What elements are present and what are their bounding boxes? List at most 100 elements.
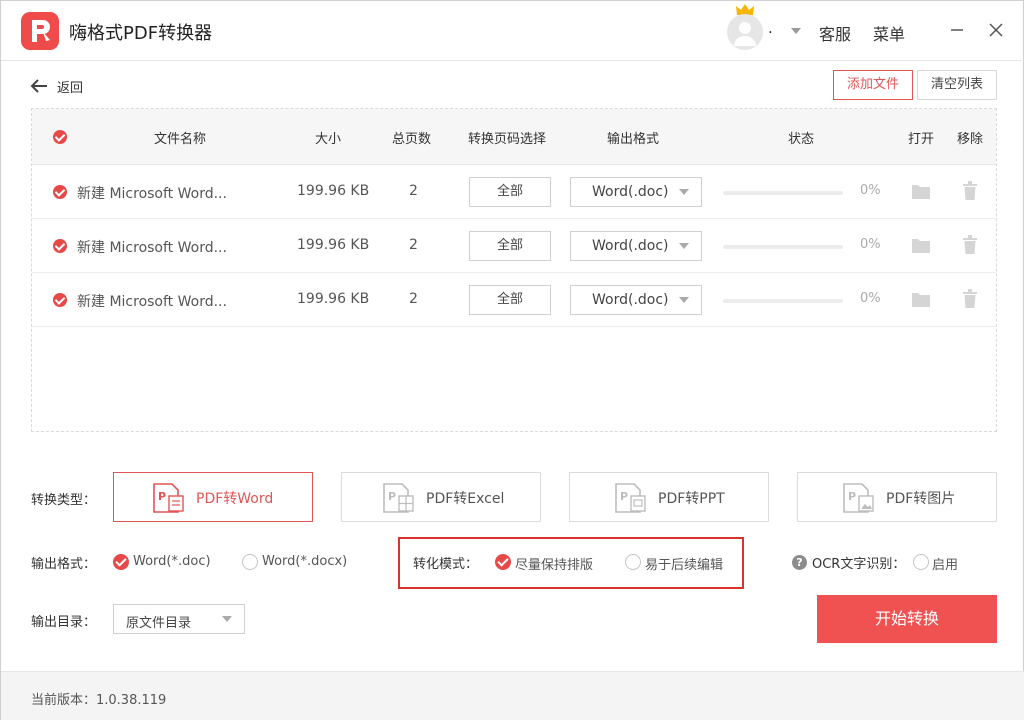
svg-text:P: P <box>388 490 396 503</box>
pdf-excel-icon: P <box>383 483 414 513</box>
close-icon[interactable] <box>983 17 1009 43</box>
folder-icon[interactable] <box>911 290 931 308</box>
progress-bar <box>723 299 843 303</box>
type-label: PDF转Excel <box>426 491 505 507</box>
convert-mode-label: 转化模式： <box>413 557 479 572</box>
app-window: 嗨格式PDF转换器 . 客服 菜单 返回 添加文件 清空列表 文件名称 大小 总… <box>0 0 1024 720</box>
output-format-label: 输出格式： <box>31 557 97 572</box>
table-row: 新建 Microsoft Word... 199.96 KB 2 全部 Word… <box>32 273 996 327</box>
header-open: 打开 <box>908 132 935 147</box>
file-size: 199.96 KB <box>297 291 370 307</box>
version-label: 当前版本：1.0.38.119 <box>31 693 167 708</box>
arrow-left-icon <box>30 79 47 93</box>
format-doc-label[interactable]: Word(*.doc) <box>133 554 211 569</box>
format-docx-radio[interactable] <box>242 554 258 570</box>
file-size: 199.96 KB <box>297 183 370 199</box>
svg-text:P: P <box>620 490 628 503</box>
header-page-range: 转换页码选择 <box>468 132 547 147</box>
chevron-down-icon <box>222 616 232 622</box>
format-doc-radio[interactable] <box>113 554 129 570</box>
output-dir-value: 原文件目录 <box>126 616 192 631</box>
help-icon[interactable]: ? <box>792 555 807 570</box>
file-name: 新建 Microsoft Word... <box>77 294 227 310</box>
pdf-image-icon: P <box>843 483 874 513</box>
table-header: 文件名称 大小 总页数 转换页码选择 输出格式 状态 打开 移除 <box>32 109 996 165</box>
ocr-enable-label[interactable]: 启用 <box>932 554 958 573</box>
header-remove: 移除 <box>957 132 984 147</box>
table-row: 新建 Microsoft Word... 199.96 KB 2 全部 Word… <box>32 219 996 273</box>
mode-easy-edit-label[interactable]: 易于后续编辑 <box>645 554 723 573</box>
menu-link[interactable]: 菜单 <box>873 21 905 45</box>
chevron-down-icon <box>679 297 689 303</box>
type-pdf-to-ppt-button[interactable]: P PDF转PPT <box>569 472 769 522</box>
output-format-select[interactable]: Word(.doc) <box>570 231 702 261</box>
app-title: 嗨格式PDF转换器 <box>69 23 213 44</box>
progress-percent: 0% <box>860 237 881 252</box>
pdf-word-icon: P <box>153 483 184 513</box>
row-checkbox[interactable] <box>53 293 67 307</box>
type-label: PDF转PPT <box>658 491 725 507</box>
chevron-down-icon <box>679 243 689 249</box>
type-pdf-to-word-button[interactable]: P PDF转Word <box>113 472 313 522</box>
progress-bar <box>723 191 843 195</box>
svg-text:P: P <box>158 490 166 503</box>
start-convert-button[interactable]: 开始转换 <box>817 595 997 643</box>
trash-icon[interactable] <box>962 289 978 309</box>
minimize-icon[interactable] <box>944 17 970 43</box>
page-range-button[interactable]: 全部 <box>469 285 551 315</box>
output-format-value: Word(.doc) <box>592 184 669 200</box>
output-format-select[interactable]: Word(.doc) <box>570 177 702 207</box>
page-count: 2 <box>409 291 418 307</box>
back-label: 返回 <box>57 80 84 96</box>
clear-list-button[interactable]: 清空列表 <box>917 70 997 100</box>
folder-icon[interactable] <box>911 182 931 200</box>
username: . <box>768 19 773 37</box>
ocr-label: OCR文字识别： <box>812 557 906 572</box>
type-label: PDF转Word <box>196 491 274 507</box>
folder-icon[interactable] <box>911 236 931 254</box>
back-button[interactable]: 返回 <box>29 73 83 99</box>
page-count: 2 <box>409 237 418 253</box>
header-output-format: 输出格式 <box>607 132 660 147</box>
header-status: 状态 <box>788 132 815 147</box>
svg-text:P: P <box>848 490 856 503</box>
file-table: 文件名称 大小 总页数 转换页码选择 输出格式 状态 打开 移除 新建 Micr… <box>31 108 997 432</box>
mode-keep-layout-radio[interactable] <box>495 554 511 570</box>
output-format-value: Word(.doc) <box>592 292 669 308</box>
output-format-value: Word(.doc) <box>592 238 669 254</box>
customer-service-link[interactable]: 客服 <box>819 21 851 45</box>
user-menu-caret-icon[interactable] <box>791 28 801 34</box>
mode-keep-layout-label[interactable]: 尽量保持排版 <box>515 554 593 573</box>
user-icon <box>734 22 756 46</box>
output-dir-select[interactable]: 原文件目录 <box>113 604 245 634</box>
header-pages: 总页数 <box>392 132 432 147</box>
chevron-down-icon <box>679 189 689 195</box>
app-logo-icon <box>21 12 59 50</box>
page-range-button[interactable]: 全部 <box>469 231 551 261</box>
page-range-button[interactable]: 全部 <box>469 177 551 207</box>
avatar[interactable] <box>727 14 763 50</box>
select-all-checkbox[interactable] <box>53 130 67 144</box>
format-docx-label[interactable]: Word(*.docx) <box>262 554 347 569</box>
status-bar: 当前版本：1.0.38.119 <box>1 671 1024 720</box>
mode-easy-edit-radio[interactable] <box>625 554 641 570</box>
type-pdf-to-excel-button[interactable]: P PDF转Excel <box>341 472 541 522</box>
progress-bar <box>723 245 843 249</box>
progress-percent: 0% <box>860 291 881 306</box>
progress-percent: 0% <box>860 183 881 198</box>
type-pdf-to-image-button[interactable]: P PDF转图片 <box>797 472 997 522</box>
row-checkbox[interactable] <box>53 239 67 253</box>
file-name: 新建 Microsoft Word... <box>77 240 227 256</box>
row-checkbox[interactable] <box>53 185 67 199</box>
title-bar: 嗨格式PDF转换器 . 客服 菜单 <box>1 1 1024 61</box>
file-size: 199.96 KB <box>297 237 370 253</box>
add-file-button[interactable]: 添加文件 <box>833 70 913 100</box>
trash-icon[interactable] <box>962 235 978 255</box>
ocr-enable-radio[interactable] <box>913 554 929 570</box>
trash-icon[interactable] <box>962 181 978 201</box>
pdf-ppt-icon: P <box>615 483 646 513</box>
type-label: PDF转图片 <box>886 491 956 507</box>
header-size: 大小 <box>315 132 342 147</box>
output-format-select[interactable]: Word(.doc) <box>570 285 702 315</box>
table-row: 新建 Microsoft Word... 199.96 KB 2 全部 Word… <box>32 165 996 219</box>
